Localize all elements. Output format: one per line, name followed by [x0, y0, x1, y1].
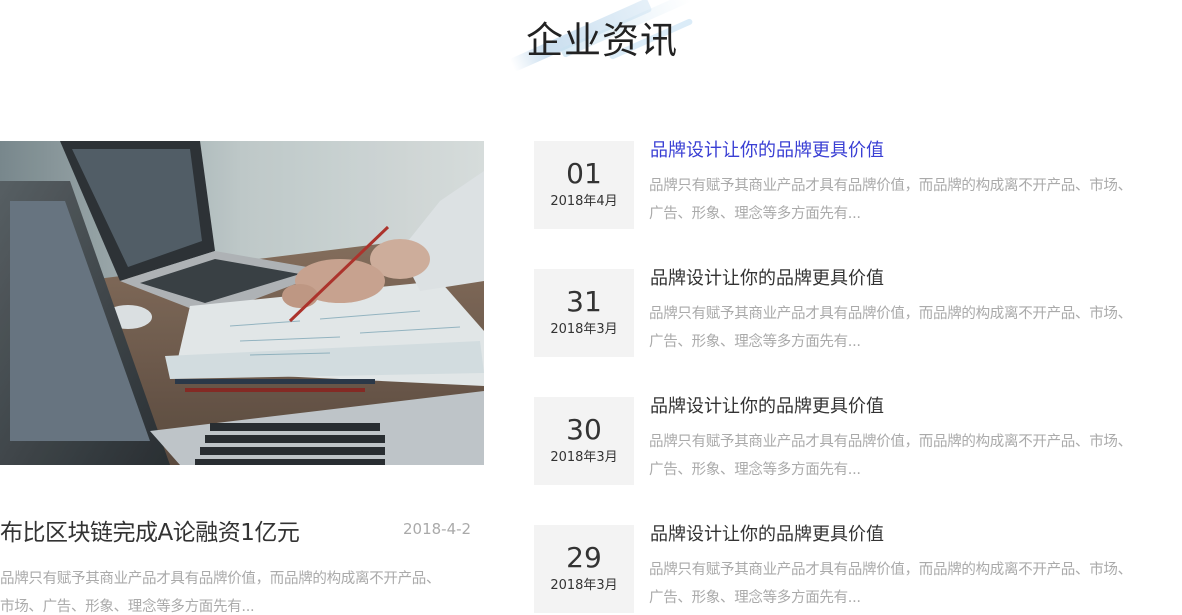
news-summary-line: 广告、形象、理念等多方面先有... [649, 590, 861, 606]
section-header: 企业资讯 [496, 0, 706, 72]
news-summary-line: 品牌只有赋予其商业产品才具有品牌价值，而品牌的构成离不开产品、市场、 [649, 562, 1132, 578]
news-summary: 品牌只有赋予其商业产品才具有品牌价值，而品牌的构成离不开产品、市场、 广告、形象… [649, 172, 1182, 228]
date-box: 29 2018年3月 [534, 525, 634, 613]
news-list-item[interactable]: 29 2018年3月 品牌设计让你的品牌更具价值 品牌只有赋予其商业产品才具有品… [534, 525, 1182, 613]
office-laptop-photo [0, 141, 484, 465]
news-summary: 品牌只有赋予其商业产品才具有品牌价值，而品牌的构成离不开产品、市场、 广告、形象… [649, 300, 1182, 356]
news-title-link[interactable]: 品牌设计让你的品牌更具价值 [650, 525, 884, 545]
date-year-month: 2018年3月 [550, 450, 618, 465]
featured-date: 2018-4-2 [403, 520, 472, 538]
featured-image[interactable] [0, 141, 484, 465]
news-list-item[interactable]: 30 2018年3月 品牌设计让你的品牌更具价值 品牌只有赋予其商业产品才具有品… [534, 397, 1182, 485]
date-day: 30 [566, 413, 602, 446]
news-summary-line: 品牌只有赋予其商业产品才具有品牌价值，而品牌的构成离不开产品、市场、 [649, 306, 1132, 322]
date-box: 31 2018年3月 [534, 269, 634, 357]
date-box: 30 2018年3月 [534, 397, 634, 485]
date-year-month: 2018年3月 [550, 578, 618, 593]
featured-article[interactable]: 布比区块链完成A论融资1亿元 2018-4-2 品牌只有赋予其商业产品才具有品牌… [0, 141, 486, 615]
date-day: 29 [566, 541, 602, 574]
news-page: 企业资讯 布比区块链完成A论融资1亿元 2018-4-2 品牌只有赋予其商业产品… [0, 0, 1182, 615]
date-year-month: 2018年3月 [550, 322, 618, 337]
news-title-link[interactable]: 品牌设计让你的品牌更具价值 [650, 269, 884, 289]
featured-title[interactable]: 布比区块链完成A论融资1亿元 [0, 513, 300, 547]
date-box: 01 2018年4月 [534, 141, 634, 229]
news-summary: 品牌只有赋予其商业产品才具有品牌价值，而品牌的构成离不开产品、市场、 广告、形象… [649, 556, 1182, 612]
news-summary-line: 广告、形象、理念等多方面先有... [649, 206, 861, 222]
news-summary-line: 品牌只有赋予其商业产品才具有品牌价值，而品牌的构成离不开产品、市场、 [649, 434, 1132, 450]
date-day: 31 [566, 285, 602, 318]
section-title: 企业资讯 [526, 19, 678, 62]
news-summary: 品牌只有赋予其商业产品才具有品牌价值，而品牌的构成离不开产品、市场、 广告、形象… [649, 428, 1182, 484]
news-summary-line: 广告、形象、理念等多方面先有... [649, 462, 861, 478]
news-list-item[interactable]: 31 2018年3月 品牌设计让你的品牌更具价值 品牌只有赋予其商业产品才具有品… [534, 269, 1182, 357]
date-day: 01 [566, 157, 602, 190]
news-list-item[interactable]: 01 2018年4月 品牌设计让你的品牌更具价值 品牌只有赋予其商业产品才具有品… [534, 141, 1182, 229]
date-year-month: 2018年4月 [550, 194, 618, 209]
featured-summary-line: 品牌只有赋予其商业产品才具有品牌价值，而品牌的构成离不开产品、 [0, 571, 441, 587]
news-summary-line: 品牌只有赋予其商业产品才具有品牌价值，而品牌的构成离不开产品、市场、 [649, 178, 1132, 194]
news-summary-line: 广告、形象、理念等多方面先有... [649, 334, 861, 350]
featured-summary: 品牌只有赋予其商业产品才具有品牌价值，而品牌的构成离不开产品、 市场、广告、形象… [0, 565, 492, 615]
news-title-link[interactable]: 品牌设计让你的品牌更具价值 [650, 141, 884, 161]
featured-summary-line: 市场、广告、形象、理念等多方面先有... [0, 599, 255, 615]
news-title-link[interactable]: 品牌设计让你的品牌更具价值 [650, 397, 884, 417]
